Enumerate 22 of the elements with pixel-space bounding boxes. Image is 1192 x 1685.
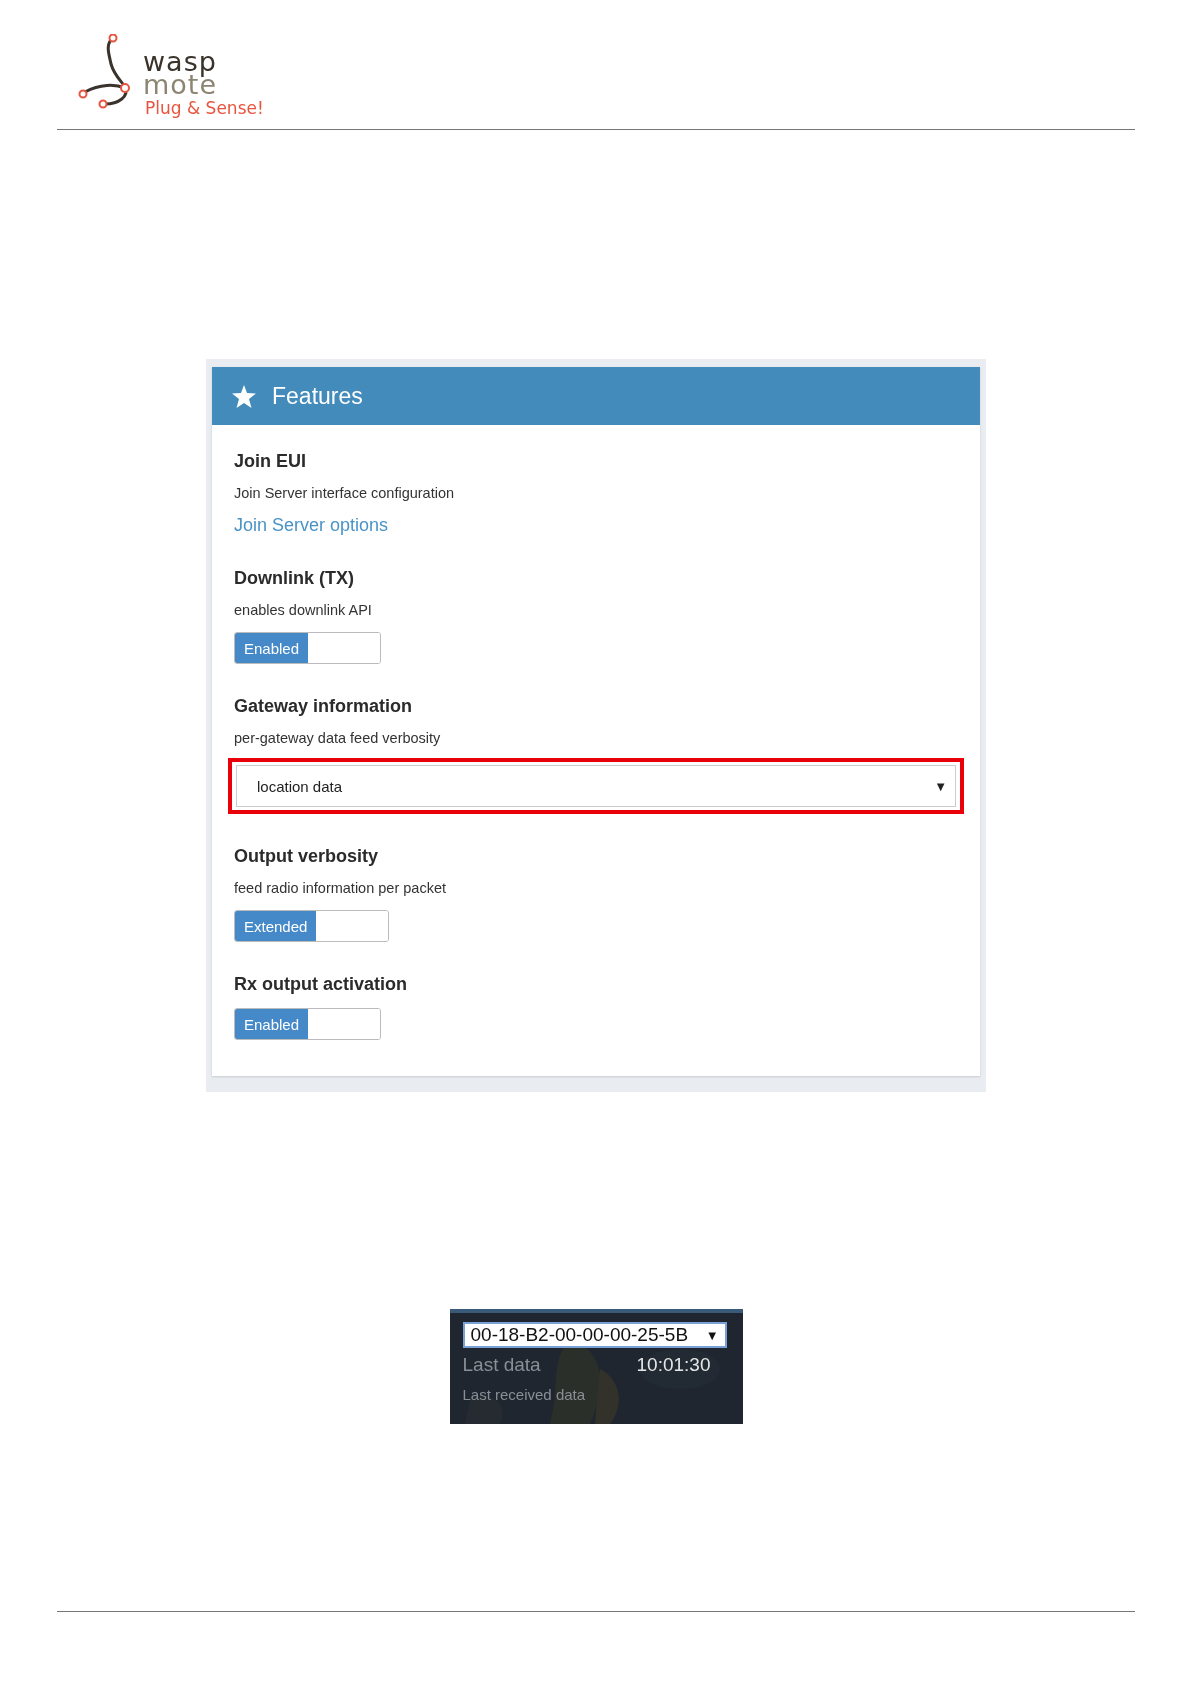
- options-link[interactable]: Join Server options: [234, 515, 389, 536]
- device-dropdown[interactable]: 00-18-B2-00-00-00-25-5B ▼: [462, 1322, 727, 1348]
- toggle-switch[interactable]: Extended: [234, 910, 390, 942]
- setting-title: Gateway information: [234, 696, 414, 717]
- setting-description: per-gateway data feed verbosity: [234, 730, 442, 746]
- setting-title: Join EUI: [234, 451, 307, 472]
- setting-title: Output verbosity: [234, 846, 379, 867]
- star-icon: [232, 384, 256, 408]
- last-data-label: Last data: [462, 1354, 542, 1376]
- widget-caption: Last received data: [462, 1386, 587, 1403]
- setting-description: enables downlink API: [234, 602, 373, 618]
- toggle-switch[interactable]: Enabled: [234, 1008, 382, 1040]
- panel-title: Features: [272, 382, 363, 410]
- dropdown-select[interactable]: location data ▼: [236, 765, 956, 807]
- toggle-switch[interactable]: Enabled: [234, 632, 382, 664]
- logo-tagline: Plug & Sense!: [145, 100, 264, 117]
- logo-wordmark: wasp: [143, 48, 218, 75]
- last-data-time: 10:01:30: [636, 1354, 711, 1376]
- setting-description: feed radio information per packet: [234, 880, 447, 896]
- setting-title: Rx output activation: [234, 974, 408, 995]
- setting-title: Downlink (TX): [234, 568, 355, 589]
- setting-description: Join Server interface configuration: [234, 485, 456, 501]
